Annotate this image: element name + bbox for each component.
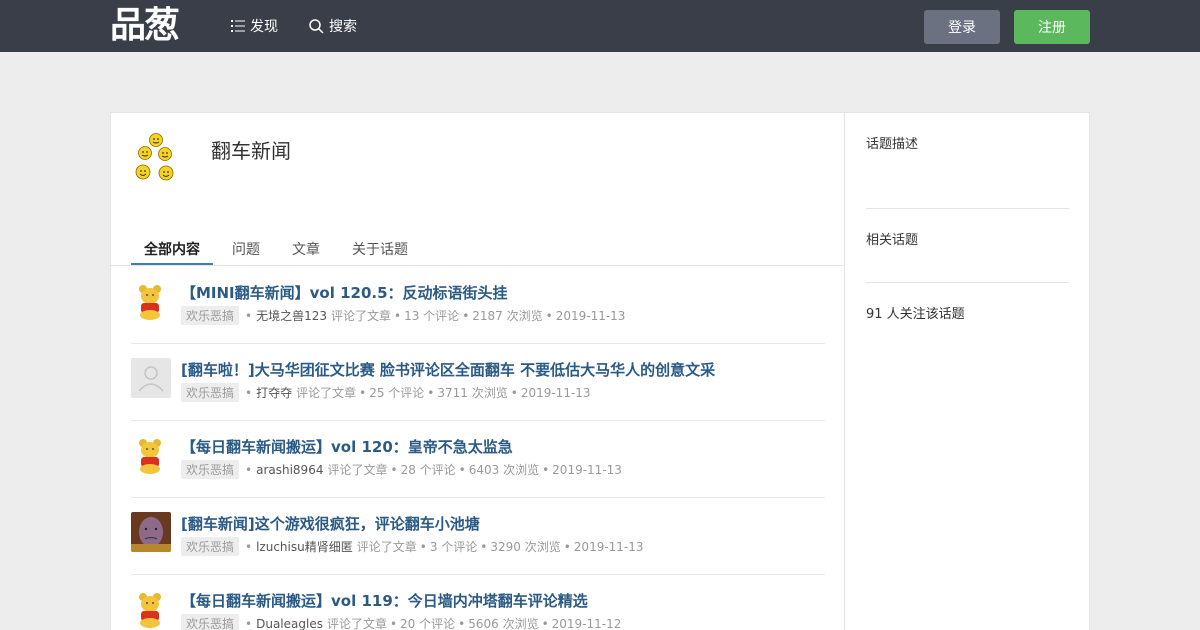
feed-item: [翻车新闻]这个游戏很疯狂，评论翻车小池塘 欢乐恶搞 • lzuchisu精肾细… <box>131 498 825 575</box>
nav-search-label: 搜索 <box>329 19 357 35</box>
feed-item-user[interactable]: arashi8964 <box>256 463 323 477</box>
feed-item: 【每日翻车新闻搬运】vol 120：皇帝不急太监急 欢乐恶搞 • arashi8… <box>131 421 825 498</box>
top-navigation-bar: 品葱 发现 搜索 登录 注册 <box>0 0 1200 52</box>
topic-tag[interactable]: 欢乐恶搞 <box>181 537 240 556</box>
separator-dot: • <box>359 385 367 400</box>
separator-dot: • <box>510 385 518 400</box>
separator-dot: • <box>458 616 466 630</box>
feed-item-date: 2019-11-13 <box>552 462 622 477</box>
pooh-avatar-icon[interactable] <box>131 281 171 321</box>
feed-item-title[interactable]: 【每日翻车新闻搬运】vol 120：皇帝不急太监急 <box>181 436 513 457</box>
separator-dot: • <box>480 539 488 554</box>
tab-articles[interactable]: 文章 <box>292 239 320 266</box>
separator-dot: • <box>389 616 398 630</box>
register-button[interactable]: 注册 <box>1014 10 1090 44</box>
feed-item: 【MINI翻车新闻】vol 120.5：反动标语街头挂 欢乐恶搞 • 无境之兽1… <box>131 267 825 344</box>
feed-item-title[interactable]: [翻车啦！]大马华团征文比赛 脸书评论区全面翻车 不要低估大马华人的创意文采 <box>181 359 715 380</box>
pooh-avatar-icon[interactable] <box>131 435 171 475</box>
topic-tabs: 全部内容 问题 文章 关于话题 <box>111 235 845 266</box>
feed-item-user[interactable]: lzuchisu精肾细匿 <box>256 538 353 555</box>
feed-item-action: 评论了文章 <box>296 386 357 400</box>
separator-dot: • <box>427 385 435 400</box>
divider <box>866 282 1069 283</box>
topic-panel: 翻车新闻 全部内容 问题 文章 关于话题 【MINI翻车新闻】vol 120.5… <box>110 112 1090 630</box>
topic-followers-count[interactable]: 91 人关注该话题 <box>866 303 1069 322</box>
feed-item-action: 评论了文章 <box>356 540 417 554</box>
nav-discover[interactable]: 发现 <box>231 16 278 36</box>
site-logo[interactable]: 品葱 <box>110 6 180 46</box>
search-icon <box>309 18 324 34</box>
separator-dot: • <box>245 539 253 554</box>
topic-tag[interactable]: 欢乐恶搞 <box>181 306 240 325</box>
feed-item-comments: 3 个评论 <box>429 540 478 554</box>
topic-tag[interactable]: 欢乐恶搞 <box>181 614 240 630</box>
emoji-faces-icon <box>131 131 181 183</box>
list-icon <box>231 20 245 32</box>
separator-dot: • <box>542 462 550 477</box>
separator-dot: • <box>458 462 466 477</box>
pooh-avatar-icon[interactable] <box>131 589 171 629</box>
divider <box>866 208 1069 209</box>
feed-item-comments: 20 个评论 <box>400 617 456 630</box>
feed-item-meta: 欢乐恶搞 • Dualeagles 评论了文章 • 20 个评论 • 5606 … <box>181 614 621 630</box>
feed-item-user[interactable]: Dualeagles <box>256 617 323 630</box>
topic-main-column: 翻车新闻 全部内容 问题 文章 关于话题 【MINI翻车新闻】vol 120.5… <box>111 113 845 630</box>
feed-item-title[interactable]: [翻车新闻]这个游戏很疯狂，评论翻车小池塘 <box>181 513 480 534</box>
separator-dot: • <box>545 308 553 323</box>
topic-sidebar: 话题描述 相关话题 91 人关注该话题 <box>846 113 1091 630</box>
separator-dot: • <box>245 462 253 477</box>
feed-item-action: 评论了文章 <box>327 463 388 477</box>
feed-item-views: 3711 次浏览 <box>437 386 508 400</box>
separator-dot: • <box>394 308 402 323</box>
separator-dot: • <box>541 616 549 630</box>
active-tab-indicator <box>131 263 213 265</box>
feed-item-date: 2019-11-13 <box>555 308 626 323</box>
feed-item-title[interactable]: 【每日翻车新闻搬运】vol 119：今日墙内冲塔翻车评论精选 <box>181 590 588 611</box>
topic-description-heading: 话题描述 <box>866 137 919 152</box>
feed-item-comments: 28 个评论 <box>400 463 456 477</box>
feed-item-meta: 欢乐恶搞 • 无境之兽123 评论了文章 • 13 个评论 • 2187 次浏览… <box>181 306 625 325</box>
separator-dot: • <box>245 308 253 323</box>
default-user-avatar-icon[interactable] <box>131 358 171 398</box>
tab-all-content[interactable]: 全部内容 <box>144 239 200 266</box>
topic-title: 翻车新闻 <box>211 139 291 163</box>
feed-item-user[interactable]: 无境之兽123 <box>256 307 327 324</box>
feed-item-comments: 13 个评论 <box>404 309 460 323</box>
feed-item-title[interactable]: 【MINI翻车新闻】vol 120.5：反动标语街头挂 <box>181 282 508 303</box>
separator-dot: • <box>245 616 253 630</box>
feed-item-date: 2019-11-13 <box>573 539 644 554</box>
feed-item-views: 5606 次浏览 <box>468 617 539 630</box>
login-button[interactable]: 登录 <box>924 10 1000 44</box>
separator-dot: • <box>245 385 253 400</box>
feed-item-comments: 25 个评论 <box>369 386 425 400</box>
feed-item-user[interactable]: 打夺夺 <box>256 384 292 401</box>
separator-dot: • <box>390 462 398 477</box>
feed-item-action: 评论了文章 <box>331 309 392 323</box>
feed-item-views: 3290 次浏览 <box>490 540 561 554</box>
tab-questions[interactable]: 问题 <box>232 239 260 266</box>
feed-item-meta: 欢乐恶搞 • 打夺夺 评论了文章 • 25 个评论 • 3711 次浏览 • 2… <box>181 383 591 402</box>
tab-about-topic[interactable]: 关于话题 <box>352 239 408 266</box>
separator-dot: • <box>419 539 427 554</box>
feed-item-action: 评论了文章 <box>326 617 387 630</box>
feed-item-date: 2019-11-13 <box>520 385 591 400</box>
nav-search[interactable]: 搜索 <box>309 16 357 36</box>
nav-discover-label: 发现 <box>250 19 278 35</box>
related-topics-heading: 相关话题 <box>866 233 919 248</box>
feed-item-meta: 欢乐恶搞 • arashi8964 评论了文章 • 28 个评论 • 6403 … <box>181 460 622 479</box>
feed-item: [翻车啦！]大马华团征文比赛 脸书评论区全面翻车 不要低估大马华人的创意文采 欢… <box>131 344 825 421</box>
feed-item-date: 2019-11-12 <box>551 616 622 630</box>
feed-item: 【每日翻车新闻搬运】vol 119：今日墙内冲塔翻车评论精选 欢乐恶搞 • Du… <box>131 575 825 630</box>
thanos-avatar-icon[interactable] <box>131 512 171 552</box>
separator-dot: • <box>462 308 470 323</box>
topic-tag[interactable]: 欢乐恶搞 <box>181 383 240 402</box>
feed-item-views: 2187 次浏览 <box>472 309 543 323</box>
feed-item-views: 6403 次浏览 <box>468 463 540 477</box>
topic-tag[interactable]: 欢乐恶搞 <box>181 460 240 479</box>
feed-item-meta: 欢乐恶搞 • lzuchisu精肾细匿 评论了文章 • 3 个评论 • 3290… <box>181 537 644 556</box>
separator-dot: • <box>563 539 571 554</box>
